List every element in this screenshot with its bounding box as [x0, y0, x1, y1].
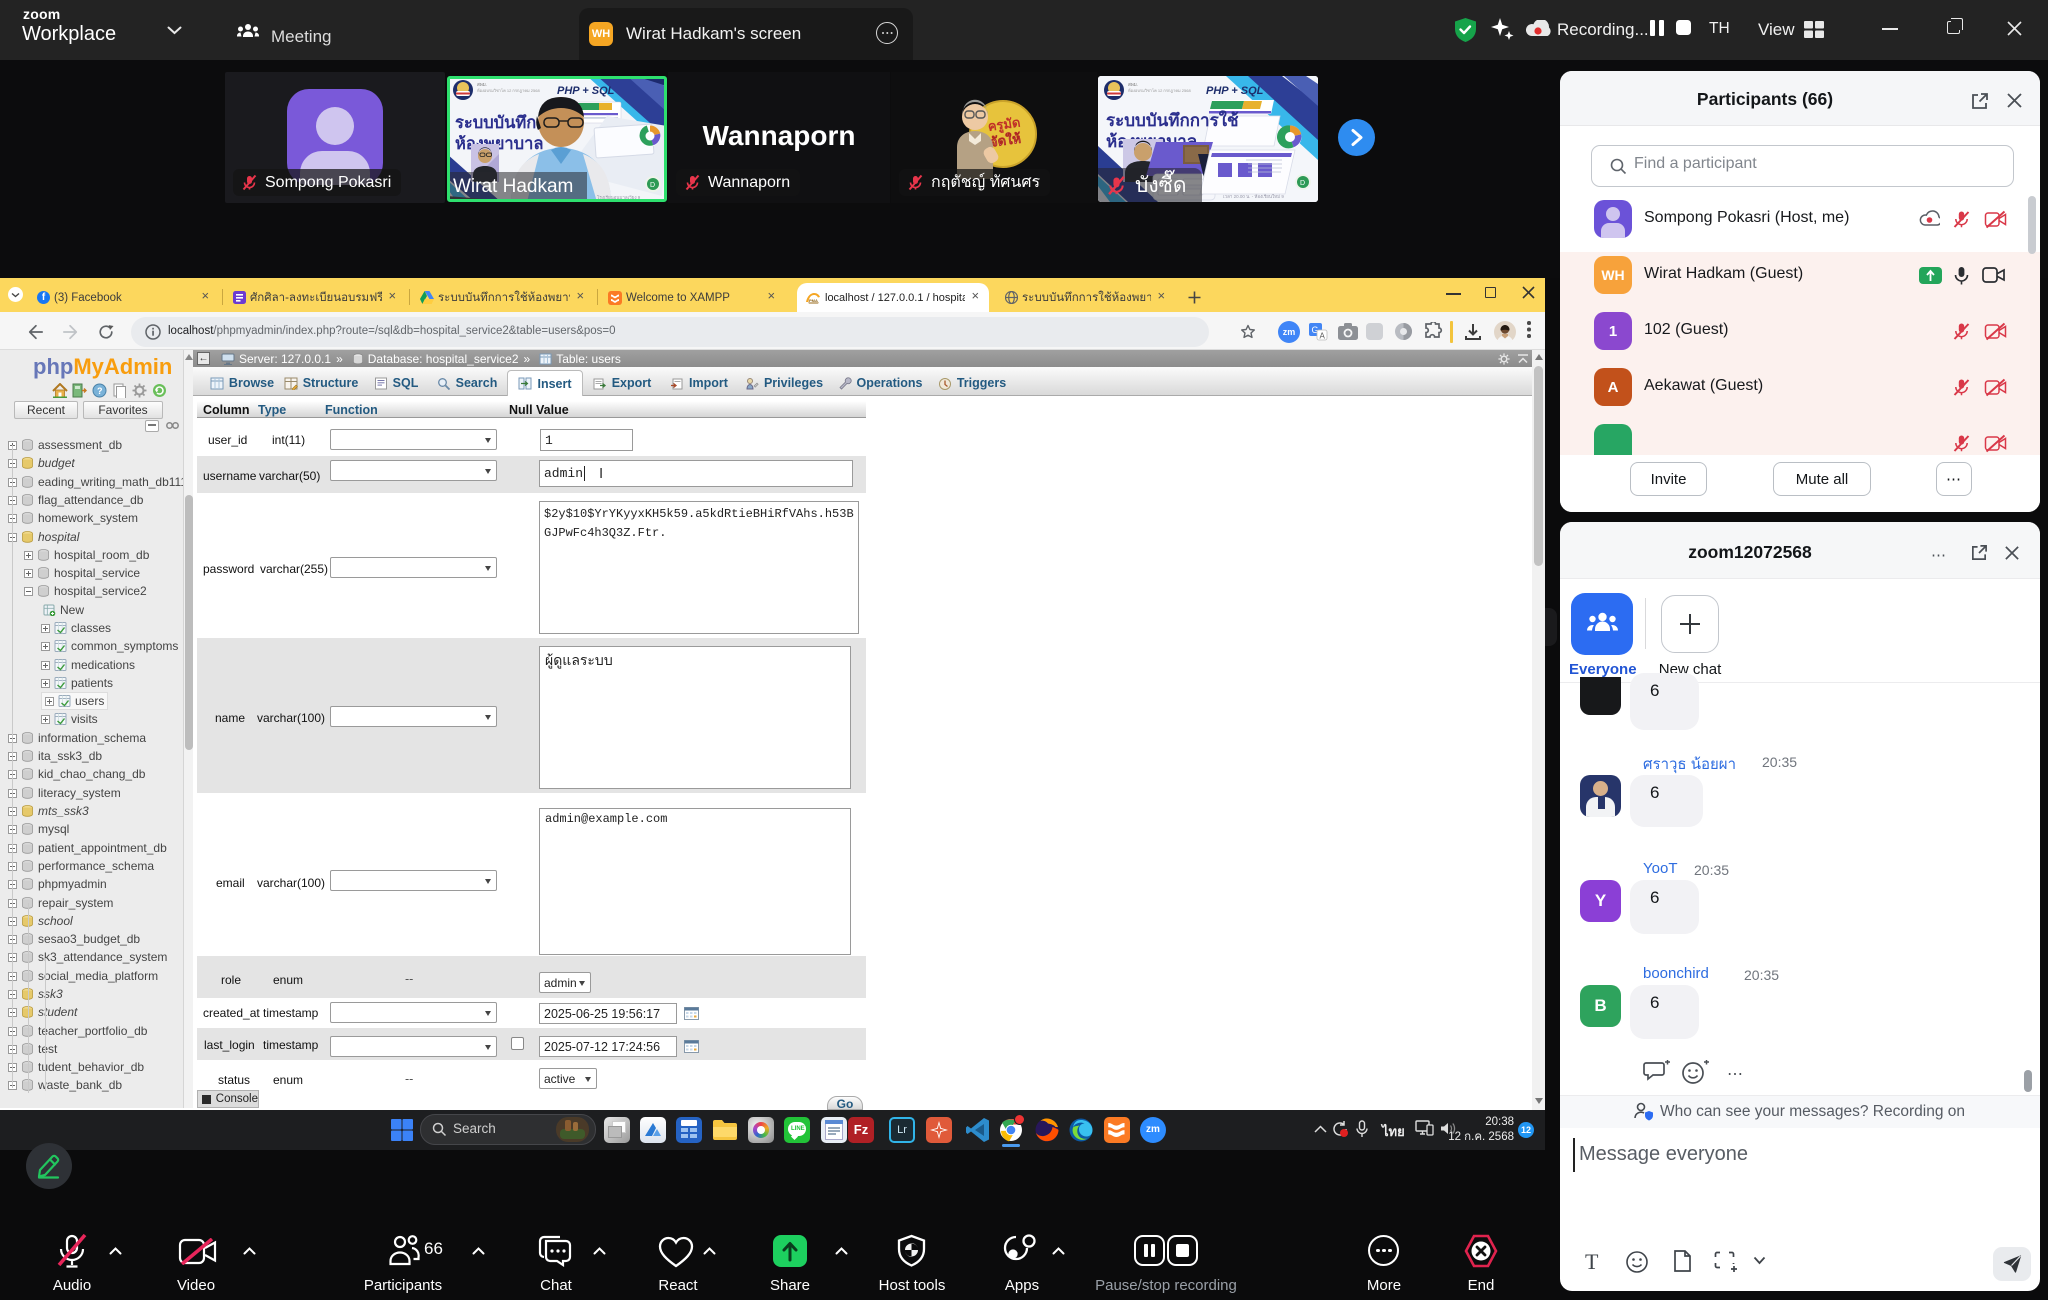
svg-text:สพม.: สพม.	[477, 82, 487, 87]
svg-text:PHP + SQL: PHP + SQL	[1206, 85, 1264, 97]
svg-text:PMA: PMA	[809, 298, 818, 303]
svg-text:PHP + SQL: PHP + SQL	[557, 85, 615, 97]
svg-text:D: D	[650, 182, 655, 189]
svg-text:D: D	[1300, 180, 1305, 187]
svg-text:?: ?	[97, 386, 103, 396]
svg-text:ห้องอบรมวิชาโค 12 กรกฎาคม 2568: ห้องอบรมวิชาโค 12 กรกฎาคม 2568	[477, 88, 540, 93]
svg-text:เวลา 20.00 น. - ห้องเรียนใหม: เวลา 20.00 น. - ห้องเรียนใหม่ 9	[1223, 194, 1284, 199]
svg-text:สพม.: สพม.	[1128, 82, 1138, 87]
svg-text:ห้องอบรมวิชาโค 12 กรกฎาคม 2568: ห้องอบรมวิชาโค 12 กรกฎาคม 2568	[1128, 88, 1191, 93]
svg-text:ระบบบันทึกการใช้: ระบบบันทึกการใช้	[1106, 110, 1239, 130]
svg-text:โรงเรียนอนุบาลเวียง 9: โรงเรียนอนุบาลเวียง 9	[597, 194, 641, 201]
svg-text:A: A	[1320, 332, 1326, 341]
svg-text:ห้องพยาบาล: ห้องพยาบาล	[455, 135, 544, 153]
